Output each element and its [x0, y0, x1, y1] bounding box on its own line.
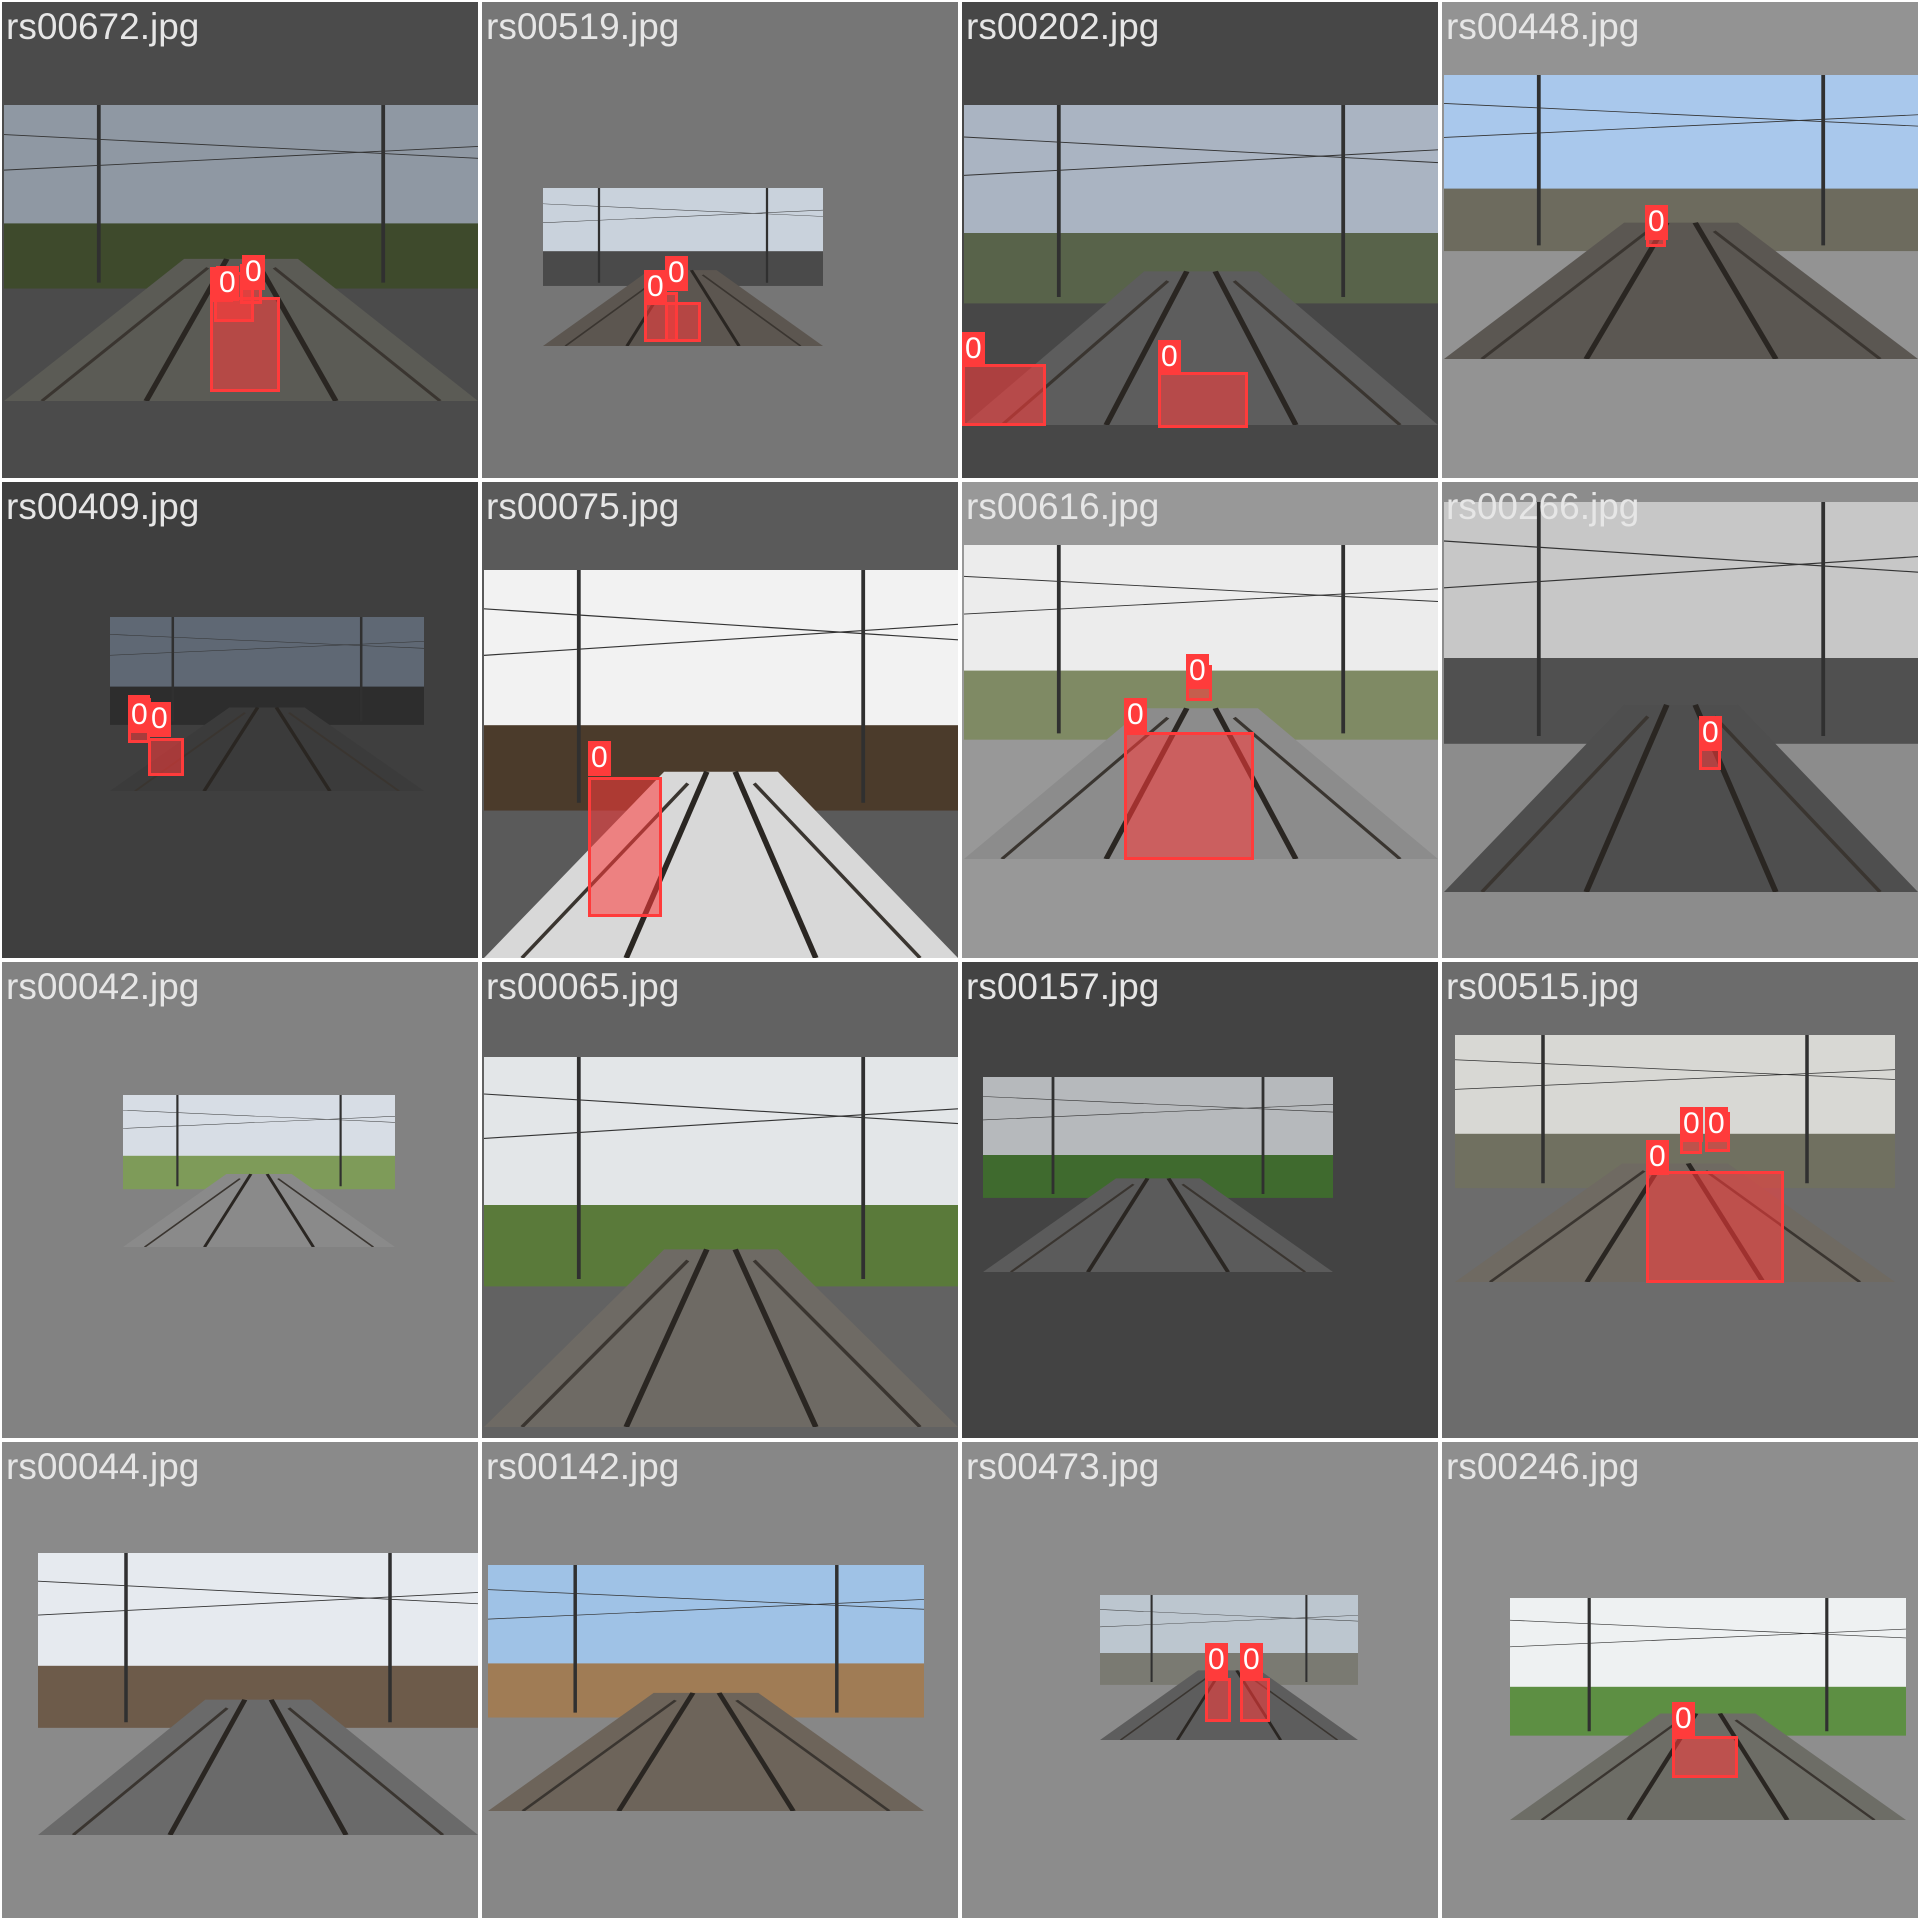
image-filename: rs00246.jpg [1446, 1446, 1640, 1487]
mosaic-tile: rs00075.jpg 0 [482, 482, 958, 958]
mosaic-tile: rs00042.jpg [2, 962, 478, 1438]
image-filename: rs00519.jpg [486, 6, 680, 47]
image-filename: rs00065.jpg [486, 966, 680, 1007]
class-label: 0 [962, 332, 985, 367]
mosaic-tile: rs00266.jpg 0 [1442, 482, 1918, 958]
image-filename: rs00515.jpg [1446, 966, 1640, 1007]
class-label: 0 [1680, 1107, 1703, 1142]
mosaic-tile: rs00409.jpg 0 0 [2, 482, 478, 958]
image-filename: rs00448.jpg [1446, 6, 1640, 47]
image-filename: rs00042.jpg [6, 966, 200, 1007]
mosaic-tile: rs00065.jpg [482, 962, 958, 1438]
detection-box [1205, 1678, 1231, 1722]
detection-box [1124, 732, 1254, 860]
detection-box [962, 364, 1046, 426]
image-filename: rs00672.jpg [6, 6, 200, 47]
class-label: 0 [1186, 654, 1209, 689]
class-label: 0 [1646, 1140, 1669, 1175]
class-label: 0 [1672, 1702, 1695, 1737]
mosaic-tile: rs00473.jpg 0 0 [962, 1442, 1438, 1918]
class-label: 0 [216, 266, 239, 301]
mosaic-tile: rs00044.jpg [2, 1442, 478, 1918]
mosaic-tile: rs00202.jpg 0 0 [962, 2, 1438, 478]
image-filename: rs00044.jpg [6, 1446, 200, 1487]
detection-box [1672, 1736, 1738, 1778]
class-label: 0 [665, 256, 688, 291]
class-label: 0 [1158, 340, 1181, 375]
railway-photo [123, 1095, 395, 1247]
image-filename: rs00473.jpg [966, 1446, 1160, 1487]
image-filename: rs00075.jpg [486, 486, 680, 527]
class-label: 0 [1205, 1643, 1228, 1678]
image-filename: rs00142.jpg [486, 1446, 680, 1487]
mosaic-tile: rs00616.jpg 0 0 [962, 482, 1438, 958]
railway-photo [38, 1553, 478, 1835]
class-label: 0 [1124, 698, 1147, 733]
railway-photo [983, 1077, 1333, 1272]
mosaic-tile: rs00519.jpg 0 0 [482, 2, 958, 478]
mosaic-tile: rs00515.jpg 0 0 0 [1442, 962, 1918, 1438]
detection-box [665, 302, 701, 342]
image-filename: rs00616.jpg [966, 486, 1160, 527]
image-filename: rs00202.jpg [966, 6, 1160, 47]
class-label: 0 [1240, 1643, 1263, 1678]
class-label: 0 [148, 702, 171, 737]
class-label: 0 [588, 741, 611, 776]
detection-box [1158, 372, 1248, 428]
class-label: 0 [644, 270, 667, 305]
class-label: 0 [242, 255, 265, 290]
mosaic-tile: rs00672.jpg000 [2, 2, 478, 478]
class-label: 0 [1705, 1107, 1728, 1142]
mosaic-tile: rs00246.jpg 0 [1442, 1442, 1918, 1918]
railway-photo [484, 570, 958, 958]
detection-box [1240, 1678, 1270, 1722]
class-label: 0 [1645, 205, 1668, 240]
mosaic-tile: rs00142.jpg [482, 1442, 958, 1918]
railway-photo [1444, 502, 1918, 892]
detection-box [148, 738, 184, 776]
railway-photo [484, 1057, 958, 1427]
detection-box [1646, 1171, 1784, 1283]
railway-photo [1444, 75, 1918, 359]
mosaic-tile: rs00157.jpg [962, 962, 1438, 1438]
railway-photo [1510, 1598, 1906, 1820]
railway-photo [488, 1565, 924, 1811]
image-filename: rs00157.jpg [966, 966, 1160, 1007]
detection-mosaic: rs00672.jpg000rs00519.jpg00rs00202.jpg00… [0, 0, 1920, 1920]
image-filename: rs00409.jpg [6, 486, 200, 527]
image-filename: rs00266.jpg [1446, 486, 1640, 527]
class-label: 0 [1699, 716, 1722, 751]
detection-box [588, 777, 662, 917]
mosaic-tile: rs00448.jpg 0 [1442, 2, 1918, 478]
